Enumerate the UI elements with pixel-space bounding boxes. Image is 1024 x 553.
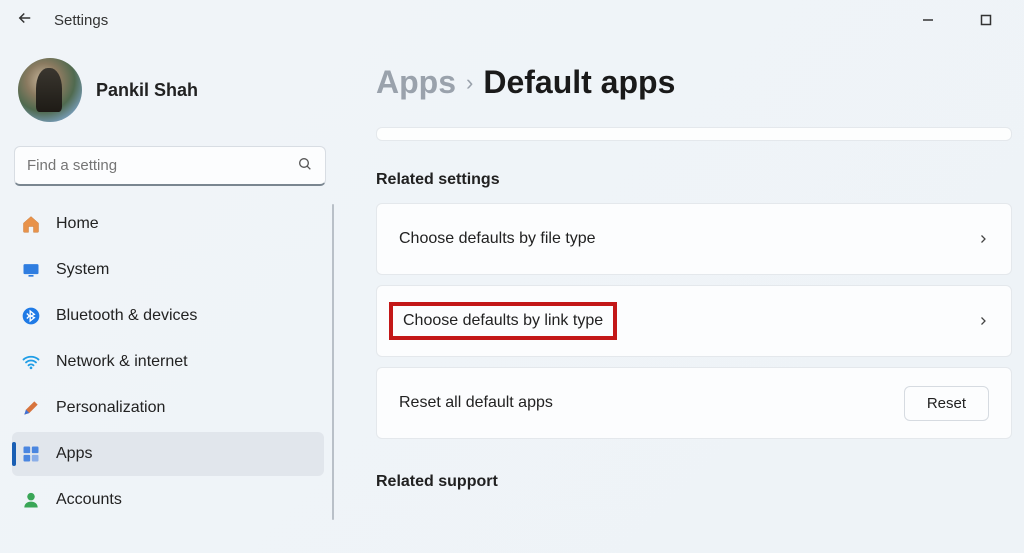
section-title-related-settings: Related settings	[376, 171, 1012, 189]
sidebar: Pankil Shah Home System	[0, 40, 342, 553]
setting-label: Choose defaults by file type	[399, 230, 596, 248]
annotation-highlight: Choose defaults by link type	[389, 302, 617, 340]
sidebar-item-system[interactable]: System	[12, 248, 324, 292]
chevron-right-icon	[977, 229, 989, 250]
breadcrumb-parent[interactable]: Apps	[376, 64, 456, 101]
system-icon	[20, 259, 42, 281]
search-box[interactable]	[14, 146, 326, 186]
sidebar-item-home[interactable]: Home	[12, 202, 324, 246]
chevron-right-icon	[977, 311, 989, 332]
setting-choose-defaults-file-type[interactable]: Choose defaults by file type	[376, 203, 1012, 275]
home-icon	[20, 213, 42, 235]
search-icon	[297, 156, 313, 176]
window-title: Settings	[54, 12, 108, 29]
titlebar-left: Settings	[16, 9, 108, 32]
sidebar-item-label: Network & internet	[56, 353, 188, 371]
sidebar-item-label: Bluetooth & devices	[56, 307, 197, 325]
personalization-icon	[20, 397, 42, 419]
setting-choose-defaults-link-type[interactable]: Choose defaults by link type	[376, 285, 1012, 357]
search-input[interactable]	[27, 157, 289, 174]
sidebar-item-label: Personalization	[56, 399, 165, 417]
sidebar-item-accounts[interactable]: Accounts	[12, 478, 324, 522]
accounts-icon	[20, 489, 42, 511]
maximize-button[interactable]	[966, 5, 1006, 35]
setting-reset-defaults: Reset all default apps Reset	[376, 367, 1012, 439]
setting-label: Reset all default apps	[399, 394, 553, 412]
setting-label: Choose defaults by link type	[403, 312, 603, 329]
sidebar-item-label: Apps	[56, 445, 92, 463]
content: Pankil Shah Home System	[0, 40, 1024, 553]
sidebar-item-label: System	[56, 261, 109, 279]
sidebar-nav: Home System Bluetooth & devices Network …	[12, 202, 334, 522]
profile-block[interactable]: Pankil Shah	[12, 52, 334, 140]
page-title: Default apps	[483, 64, 675, 101]
back-arrow-icon[interactable]	[16, 9, 34, 32]
minimize-button[interactable]	[908, 5, 948, 35]
profile-name: Pankil Shah	[96, 80, 198, 101]
avatar	[18, 58, 82, 122]
apps-icon	[20, 443, 42, 465]
bluetooth-icon	[20, 305, 42, 327]
sidebar-item-apps[interactable]: Apps	[12, 432, 324, 476]
previous-section-card[interactable]	[376, 127, 1012, 141]
sidebar-item-label: Accounts	[56, 491, 122, 509]
main-panel: Apps › Default apps Related settings Cho…	[342, 40, 1024, 553]
sidebar-item-label: Home	[56, 215, 99, 233]
sidebar-item-personalization[interactable]: Personalization	[12, 386, 324, 430]
scrollbar[interactable]	[332, 204, 334, 520]
titlebar: Settings	[0, 0, 1024, 40]
breadcrumb: Apps › Default apps	[376, 64, 1012, 101]
sidebar-item-network[interactable]: Network & internet	[12, 340, 324, 384]
sidebar-item-bluetooth[interactable]: Bluetooth & devices	[12, 294, 324, 338]
chevron-right-icon: ›	[466, 70, 473, 96]
reset-button[interactable]: Reset	[904, 386, 989, 421]
wifi-icon	[20, 351, 42, 373]
window-controls	[908, 5, 1016, 35]
section-title-related-support: Related support	[376, 473, 1012, 491]
